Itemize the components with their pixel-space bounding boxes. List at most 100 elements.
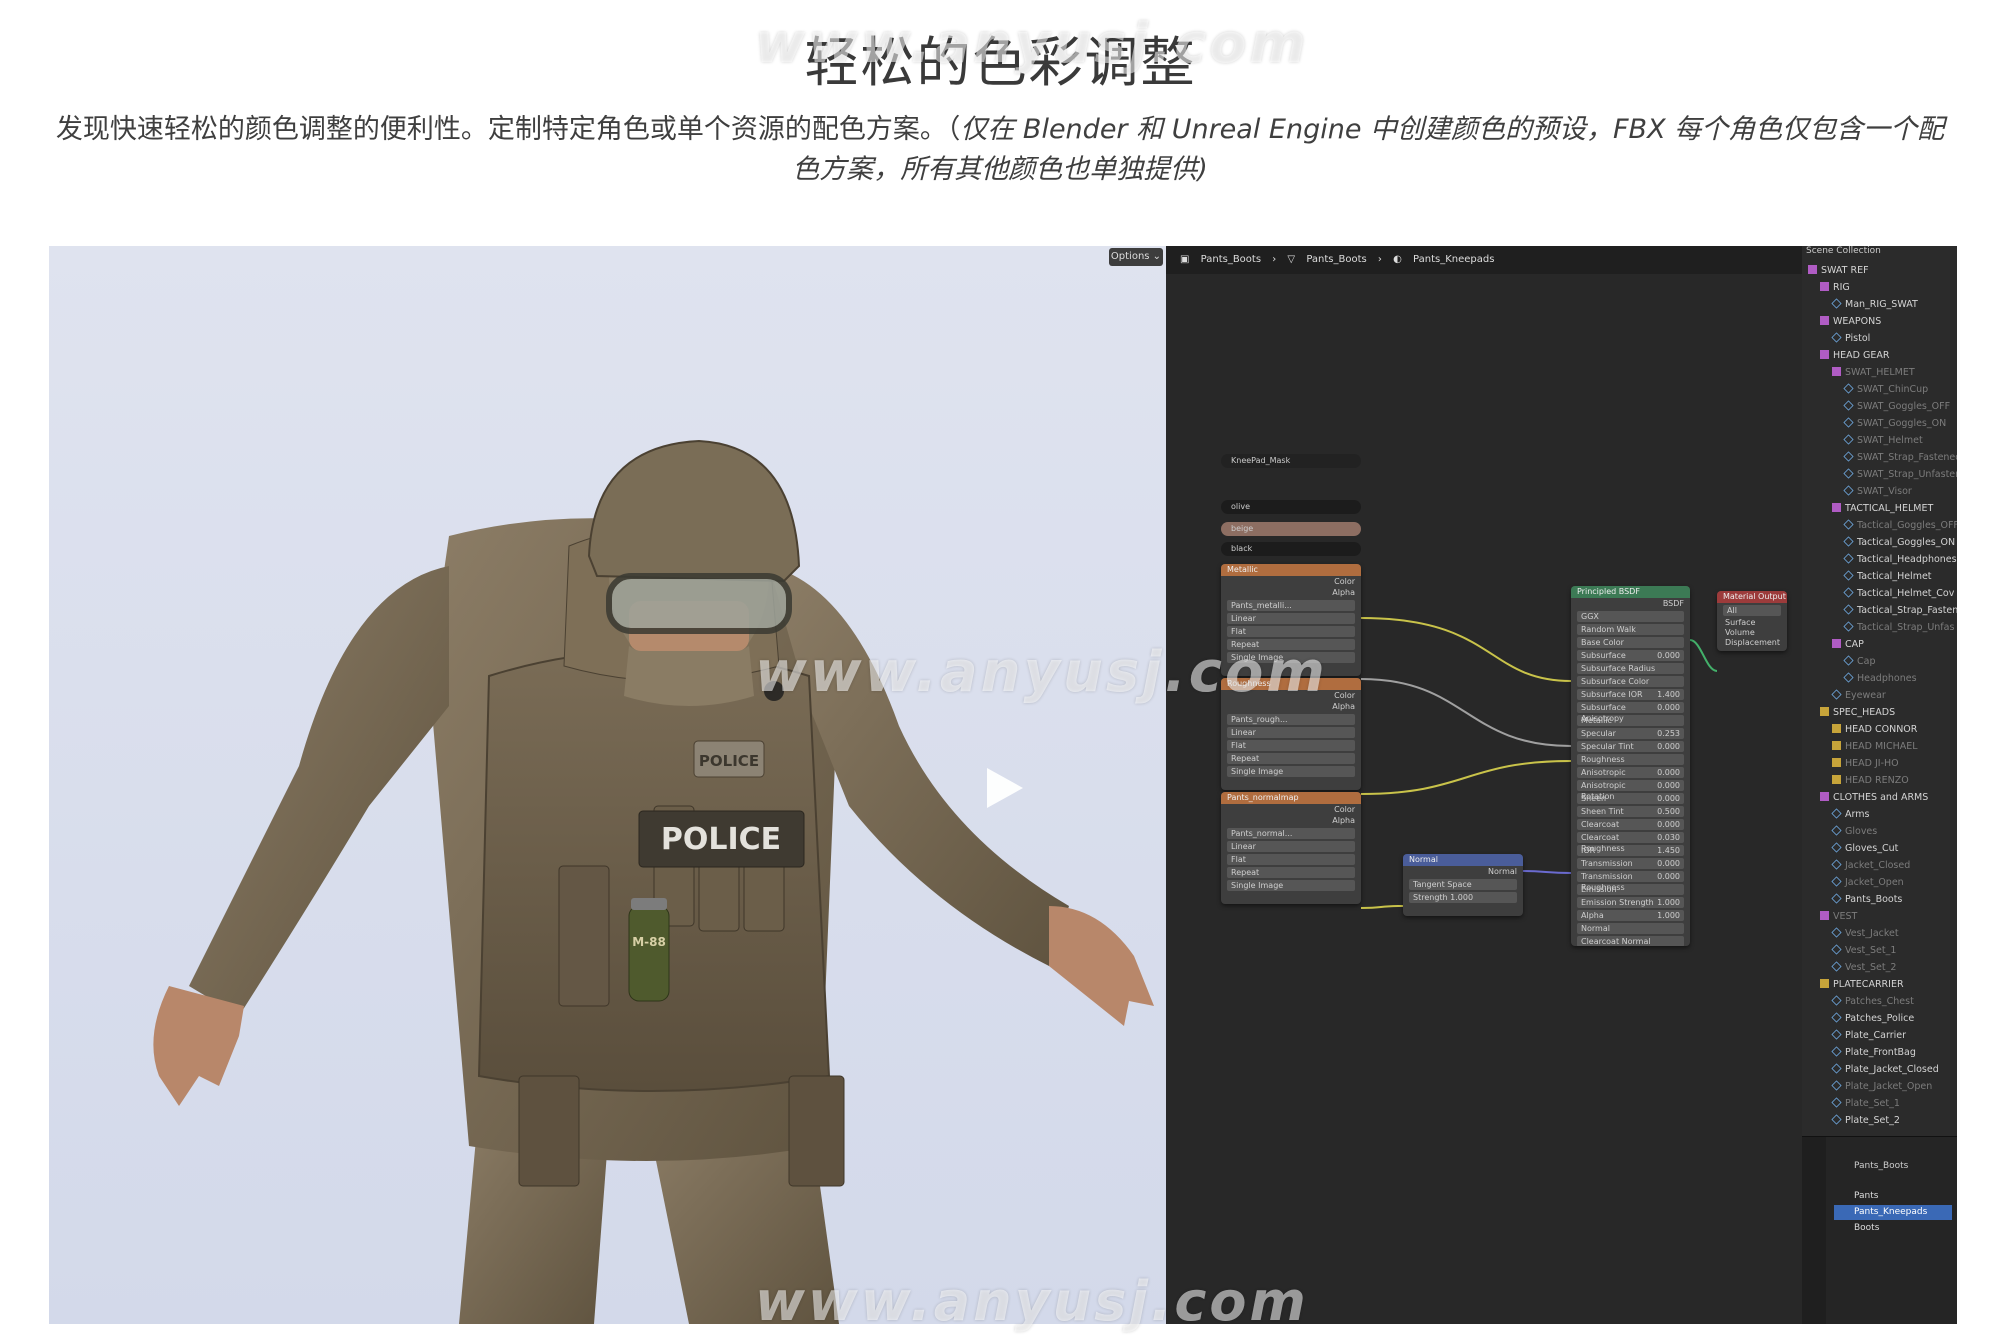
outliner-row[interactable]: Plate_Jacket_Closed <box>1802 1061 1957 1078</box>
extension-select[interactable]: Repeat <box>1227 753 1355 764</box>
outliner-row[interactable]: Plate_FrontBag <box>1802 1044 1957 1061</box>
outliner-row[interactable]: Gloves <box>1802 823 1957 840</box>
outliner-row[interactable]: HEAD CONNOR <box>1802 721 1957 738</box>
outliner-row[interactable]: Plate_Set_2 <box>1802 1112 1957 1129</box>
outliner-row[interactable]: Vest_Jacket <box>1802 925 1957 942</box>
material-slot-selected[interactable]: Pants_Kneepads <box>1834 1205 1952 1220</box>
interp-select[interactable]: Linear <box>1227 727 1355 738</box>
source-select[interactable]: Single Image <box>1227 652 1355 663</box>
source-select[interactable]: Single Image <box>1227 766 1355 777</box>
outliner-row[interactable]: SWAT_Strap_Fastened <box>1802 449 1957 466</box>
bsdf-input[interactable]: Alpha 1.000 <box>1577 910 1684 921</box>
outliner-row[interactable]: Patches_Police <box>1802 1010 1957 1027</box>
bsdf-input[interactable]: Roughness <box>1577 754 1684 765</box>
properties-tabs[interactable] <box>1802 1137 1826 1324</box>
outliner-row[interactable]: SPEC_HEADS <box>1802 704 1957 721</box>
bsdf-input[interactable]: Subsurface 0.000 <box>1577 650 1684 661</box>
outliner-row[interactable]: Tactical_Strap_Fasten <box>1802 602 1957 619</box>
bsdf-input[interactable]: Anisotropic Rotation 0.000 <box>1577 780 1684 801</box>
outliner-row[interactable]: Pants_Boots <box>1802 891 1957 908</box>
outliner-row[interactable]: Tactical_Strap_Unfas <box>1802 619 1957 636</box>
bsdf-input[interactable]: Emission <box>1577 884 1684 895</box>
bsdf-input[interactable]: IOR 1.450 <box>1577 845 1684 856</box>
color-pill-black[interactable]: black <box>1221 542 1361 556</box>
projection-select[interactable]: Flat <box>1227 626 1355 637</box>
bsdf-input[interactable]: Base Color <box>1577 637 1684 648</box>
outliner-row[interactable]: Pistol <box>1802 330 1957 347</box>
material-slot[interactable]: Boots <box>1834 1221 1952 1236</box>
outliner-row[interactable]: CAP <box>1802 636 1957 653</box>
bsdf-input[interactable]: Sheen Tint 0.500 <box>1577 806 1684 817</box>
bsdf-input[interactable]: Subsurface IOR 1.400 <box>1577 689 1684 700</box>
source-select[interactable]: Single Image <box>1227 880 1355 891</box>
outliner-row[interactable]: VEST <box>1802 908 1957 925</box>
play-icon[interactable] <box>987 768 1023 808</box>
color-pill-olive[interactable]: olive <box>1221 500 1361 514</box>
projection-select[interactable]: Flat <box>1227 740 1355 751</box>
shader-node-editor[interactable]: ▣ Pants_Boots › ▽ Pants_Boots › ◐ Pants_… <box>1166 246 1802 1324</box>
outliner-row[interactable]: SWAT_Goggles_ON <box>1802 415 1957 432</box>
normal-map-node[interactable]: Normal Normal Tangent Space Strength 1.0… <box>1403 854 1523 916</box>
outliner-row[interactable]: Tactical_Helmet <box>1802 568 1957 585</box>
bsdf-input[interactable]: Clearcoat Roughness 0.030 <box>1577 832 1684 853</box>
bsdf-input[interactable]: Specular Tint 0.000 <box>1577 741 1684 752</box>
outliner-row[interactable]: Headphones <box>1802 670 1957 687</box>
outliner-row[interactable]: HEAD JI-HO <box>1802 755 1957 772</box>
extension-select[interactable]: Repeat <box>1227 867 1355 878</box>
image-field[interactable]: Pants_rough... <box>1227 714 1355 725</box>
color-pill-beige[interactable]: beige <box>1221 522 1361 536</box>
options-button[interactable]: Options ⌄ <box>1109 248 1163 266</box>
outliner-row[interactable]: Arms <box>1802 806 1957 823</box>
outliner-row[interactable]: PLATECARRIER <box>1802 976 1957 993</box>
outliner-row[interactable]: Tactical_Goggles_ON <box>1802 534 1957 551</box>
outliner-row[interactable]: Gloves_Cut <box>1802 840 1957 857</box>
bsdf-input[interactable]: Emission Strength 1.000 <box>1577 897 1684 908</box>
interp-select[interactable]: Linear <box>1227 613 1355 624</box>
outliner-row[interactable]: SWAT_HELMET <box>1802 364 1957 381</box>
bsdf-input[interactable]: Subsurface Anisotropy 0.000 <box>1577 702 1684 723</box>
outliner-row[interactable]: Plate_Carrier <box>1802 1027 1957 1044</box>
outliner-row[interactable]: Tactical_Helmet_Cov <box>1802 585 1957 602</box>
outliner-row[interactable]: Jacket_Open <box>1802 874 1957 891</box>
outliner-row[interactable]: Vest_Set_2 <box>1802 959 1957 976</box>
image-node-metallic[interactable]: Metallic Color Alpha Pants_metalli... Li… <box>1221 564 1361 676</box>
outliner-row[interactable]: Eyewear <box>1802 687 1957 704</box>
outliner-row[interactable]: SWAT_ChinCup <box>1802 381 1957 398</box>
material-output-node[interactable]: Material Output All Surface Volume Displ… <box>1717 591 1787 651</box>
outliner-row[interactable]: SWAT REF <box>1802 262 1957 279</box>
frame-kneepad-mask[interactable]: KneePad_Mask <box>1221 454 1361 468</box>
outliner-row[interactable]: Jacket_Closed <box>1802 857 1957 874</box>
bsdf-input[interactable]: Anisotropic 0.000 <box>1577 767 1684 778</box>
material-slot[interactable]: Pants <box>1834 1189 1952 1204</box>
outliner-row[interactable]: Tactical_Goggles_OFF <box>1802 517 1957 534</box>
image-node-normalmap[interactable]: Pants_normalmap Color Alpha Pants_normal… <box>1221 792 1361 904</box>
image-field[interactable]: Pants_metalli... <box>1227 600 1355 611</box>
image-field[interactable]: Pants_normal... <box>1227 828 1355 839</box>
strength-field[interactable]: Strength 1.000 <box>1409 892 1517 903</box>
bsdf-input[interactable]: Subsurface Radius <box>1577 663 1684 674</box>
outliner-row[interactable]: Tactical_Headphones <box>1802 551 1957 568</box>
outliner-row[interactable]: CLOTHES and ARMS <box>1802 789 1957 806</box>
space-select[interactable]: Tangent Space <box>1409 879 1517 890</box>
outliner-row[interactable]: Plate_Set_1 <box>1802 1095 1957 1112</box>
outliner-row[interactable]: Vest_Set_1 <box>1802 942 1957 959</box>
bsdf-input[interactable]: Clearcoat Normal <box>1577 936 1684 946</box>
outliner-row[interactable]: Plate_Jacket_Open <box>1802 1078 1957 1095</box>
outliner-panel[interactable]: Scene Collection Pants_Boots Pants Pants… <box>1802 246 1957 1324</box>
outliner-row[interactable]: SWAT_Helmet <box>1802 432 1957 449</box>
outliner-row[interactable]: HEAD GEAR <box>1802 347 1957 364</box>
projection-select[interactable]: Flat <box>1227 854 1355 865</box>
outliner-row[interactable]: Cap <box>1802 653 1957 670</box>
bsdf-input[interactable]: Transmission Roughness 0.000 <box>1577 871 1684 892</box>
bsdf-input[interactable]: GGX <box>1577 611 1684 622</box>
target-select[interactable]: All <box>1723 605 1781 616</box>
outliner-row[interactable]: RIG <box>1802 279 1957 296</box>
bsdf-input[interactable]: Transmission 0.000 <box>1577 858 1684 869</box>
bsdf-input[interactable]: Random Walk <box>1577 624 1684 635</box>
outliner-row[interactable]: HEAD MICHAEL <box>1802 738 1957 755</box>
outliner-row[interactable]: SWAT_Goggles_OFF <box>1802 398 1957 415</box>
outliner-row[interactable]: WEAPONS <box>1802 313 1957 330</box>
outliner-row[interactable]: SWAT_Strap_Unfasten <box>1802 466 1957 483</box>
bsdf-input[interactable]: Metallic <box>1577 715 1684 726</box>
bsdf-input[interactable]: Sheen 0.000 <box>1577 793 1684 804</box>
